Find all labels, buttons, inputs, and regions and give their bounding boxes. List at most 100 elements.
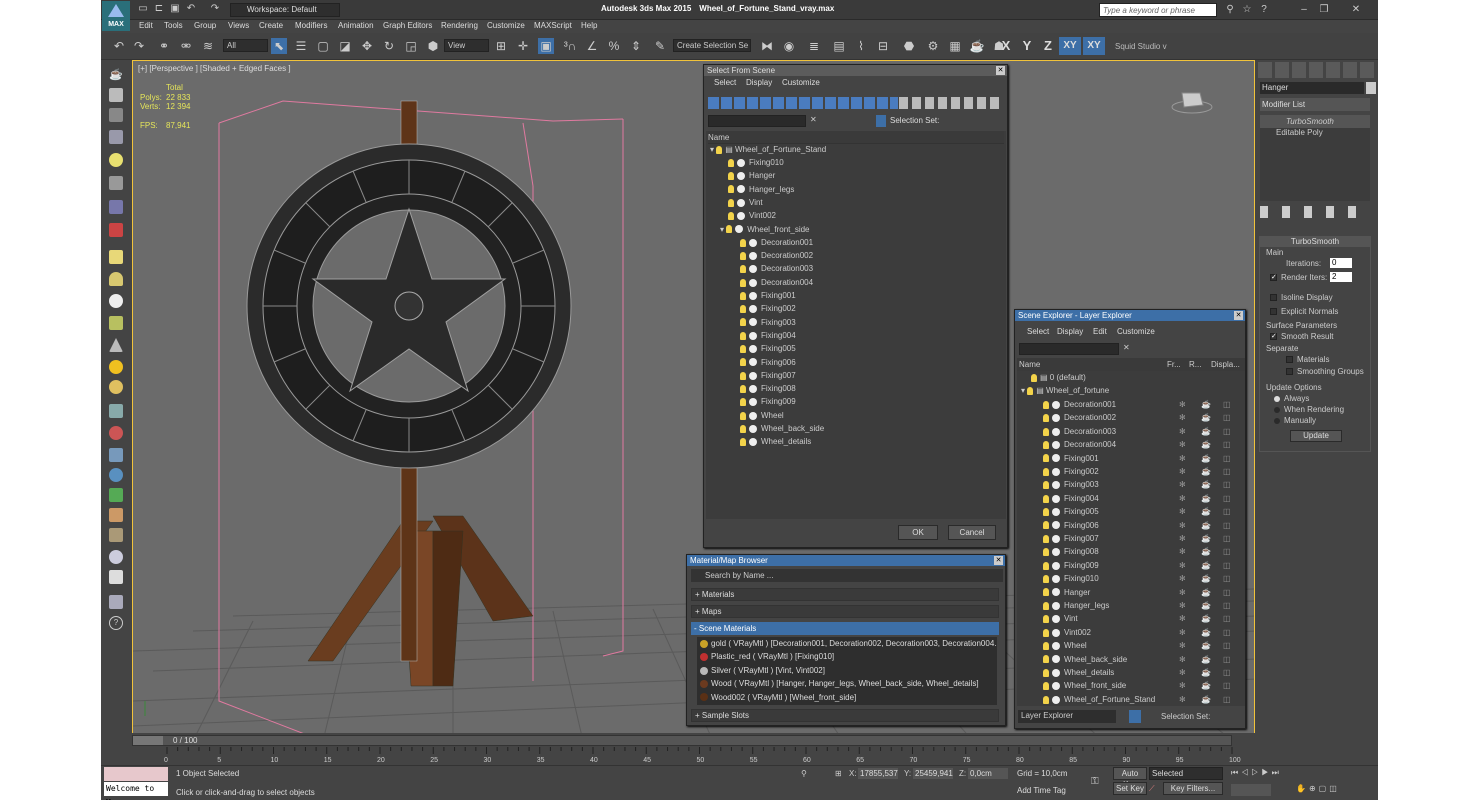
freeze-icon[interactable]: ✻ [1179, 465, 1186, 478]
display-icon[interactable]: ◫ [1223, 666, 1231, 679]
close-button[interactable]: ✕ [1341, 3, 1371, 17]
col-display[interactable]: Displa... [1211, 358, 1240, 371]
display-icon[interactable]: ◫ [1223, 505, 1231, 518]
menu-help[interactable]: Help [581, 21, 597, 30]
iterations-spinner[interactable]: 0 [1330, 258, 1352, 268]
key-icon[interactable]: ⚿ [1091, 776, 1099, 787]
le-menu-edit[interactable]: Edit [1093, 327, 1107, 336]
tree-item[interactable]: Fixing008 [740, 382, 796, 395]
clear-icon[interactable]: ✕ [1123, 343, 1130, 352]
tree-item[interactable]: Wheel_back_side [740, 422, 824, 435]
rendered-frame-icon[interactable]: ▦ [947, 38, 963, 54]
named-selection-dropdown[interactable]: Create Selection Se [673, 39, 751, 52]
link-icon[interactable]: ⚭ [156, 38, 172, 54]
freeze-icon[interactable]: ✻ [1179, 398, 1186, 411]
materials-checkbox[interactable]: Materials [1286, 355, 1329, 364]
particle-icon[interactable] [109, 404, 123, 418]
schematic-view-icon[interactable]: ⊟ [875, 38, 891, 54]
layer-item[interactable]: Fixing008 ✻ ☕ ◫ [1043, 545, 1243, 558]
menu-maxscript[interactable]: MAXScript [534, 21, 572, 30]
tree-item[interactable]: Fixing009 [740, 395, 796, 408]
render-icon[interactable]: ☕ [1201, 452, 1211, 465]
layer-item[interactable]: Vint ✻ ☕ ◫ [1043, 612, 1243, 625]
display-icon[interactable]: ◫ [1223, 626, 1231, 639]
display-icon[interactable]: ◫ [1223, 572, 1231, 585]
smooth-result-checkbox[interactable]: Smooth Result [1270, 332, 1333, 341]
rotate-icon[interactable]: ↻ [381, 38, 397, 54]
le-menu-display[interactable]: Display [1057, 327, 1083, 336]
spacewarp-icon[interactable] [109, 223, 123, 237]
layer-item[interactable]: Fixing006 ✻ ☕ ◫ [1043, 519, 1243, 532]
display-icon[interactable]: ◫ [1223, 452, 1231, 465]
display-icon[interactable]: ◫ [1223, 478, 1231, 491]
camera-icon[interactable] [109, 176, 123, 190]
display-icon[interactable]: ◫ [1223, 559, 1231, 572]
place-icon[interactable]: ⬢ [425, 38, 441, 54]
layer-item[interactable]: Wheel_of_Fortune_Stand ✻ ☕ ◫ [1043, 693, 1243, 706]
spot-icon[interactable] [109, 338, 123, 352]
layer-row[interactable]: ▾ ▤ Wheel_of_fortune [1021, 384, 1109, 397]
render-icon[interactable]: ☕ [1201, 532, 1211, 545]
render-setup-icon[interactable]: ⚙ [925, 38, 941, 54]
tree-item[interactable]: Fixing007 [740, 369, 796, 382]
material-item[interactable]: Plastic_red ( VRayMtl ) [Fixing010] [697, 650, 997, 663]
axis-xy-cycle-button[interactable]: XY [1083, 37, 1105, 55]
mirror-icon[interactable]: ⧓ [759, 38, 775, 54]
layer-item[interactable]: Hanger ✻ ☕ ◫ [1043, 586, 1243, 599]
x-coordinate-field[interactable]: 17855,537 [858, 768, 898, 779]
layer-item[interactable]: Wheel ✻ ☕ ◫ [1043, 639, 1243, 652]
layer-item[interactable]: Vint002 ✻ ☕ ◫ [1043, 626, 1243, 639]
display-icon[interactable]: ◫ [1223, 425, 1231, 438]
layer-item[interactable]: Decoration003 ✻ ☕ ◫ [1043, 425, 1243, 438]
material-editor-icon[interactable]: ⬣ [901, 38, 917, 54]
fur-icon[interactable] [109, 448, 123, 462]
scene-icon[interactable] [109, 595, 123, 609]
orb-icon[interactable] [109, 550, 123, 564]
render-icon[interactable]: ☕ [1201, 425, 1211, 438]
star-icon[interactable]: ☆ [1240, 3, 1254, 17]
plane-icon[interactable] [109, 250, 123, 264]
freeze-icon[interactable]: ✻ [1179, 438, 1186, 451]
stack-tools[interactable] [1260, 206, 1370, 218]
close-icon[interactable]: ✕ [996, 66, 1005, 75]
freeze-icon[interactable]: ✻ [1179, 411, 1186, 424]
hand-icon[interactable] [109, 508, 123, 522]
display-icon[interactable]: ◫ [1223, 612, 1231, 625]
tree-item[interactable]: Vint002 [728, 209, 776, 222]
le-menu-select[interactable]: Select [1027, 327, 1049, 336]
helper-icon[interactable] [109, 200, 123, 214]
absolute-mode-icon[interactable]: ⊞ [835, 769, 842, 778]
freeze-icon[interactable]: ✻ [1179, 545, 1186, 558]
render-icon[interactable]: ☕ [1201, 465, 1211, 478]
tree-item[interactable]: Fixing003 [740, 316, 796, 329]
current-frame-field[interactable] [1231, 784, 1271, 796]
selset-icon[interactable] [876, 115, 886, 127]
manually-radio[interactable]: Manually [1274, 416, 1316, 425]
new-icon[interactable]: ▭ [137, 3, 149, 15]
key-filters-button[interactable]: Key Filters... [1163, 782, 1223, 795]
render-icon[interactable]: ☕ [1201, 666, 1211, 679]
viewport-label[interactable]: [+] [Perspective ] [Shaded + Edged Faces… [138, 64, 291, 73]
display-icon[interactable]: ◫ [1223, 465, 1231, 478]
menu-views[interactable]: Views [228, 21, 249, 30]
restore-button[interactable]: ❐ [1317, 3, 1331, 17]
display-icon[interactable]: ◫ [1223, 545, 1231, 558]
render-icon[interactable]: ☕ [1201, 545, 1211, 558]
set-key-button[interactable]: Set Key [1113, 782, 1147, 795]
render-icon[interactable]: ☕ [1201, 653, 1211, 666]
close-icon[interactable]: ✕ [994, 556, 1003, 565]
render-icon[interactable]: ☕ [1201, 626, 1211, 639]
mb-search-input[interactable]: Search by Name ... [691, 569, 1003, 582]
freeze-icon[interactable]: ✻ [1179, 559, 1186, 572]
curve-editor-icon[interactable]: ⌇ [853, 38, 869, 54]
search-input[interactable]: Type a keyword or phrase [1099, 3, 1217, 17]
sfs-menu-customize[interactable]: Customize [782, 78, 820, 87]
dome-icon[interactable] [109, 272, 123, 286]
material-item[interactable]: Wood002 ( VRayMtl ) [Wheel_front_side] [697, 691, 997, 704]
menu-tools[interactable]: Tools [164, 21, 183, 30]
render-icon[interactable]: ☕ [1201, 492, 1211, 505]
rect-selection-icon[interactable]: ▢ [315, 38, 331, 54]
render-icon[interactable]: ☕ [1201, 693, 1211, 706]
layer-item[interactable]: Fixing002 ✻ ☕ ◫ [1043, 465, 1243, 478]
filter-toolbar[interactable] [708, 97, 898, 109]
